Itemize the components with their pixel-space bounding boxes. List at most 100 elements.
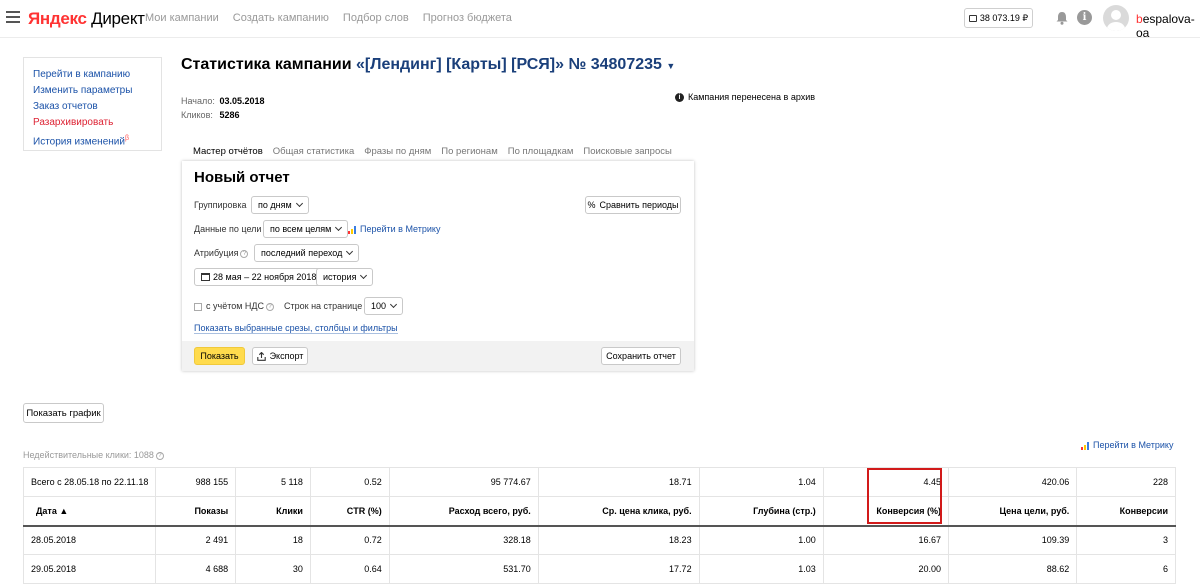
page-title: Статистика кампании «[Лендинг] [Карты] [… [181,56,676,73]
metrika-icon [348,226,356,234]
history-select[interactable]: история [316,268,374,286]
goal-label: Данные по цели [194,224,262,234]
table-cell: 88.62 [947,554,1078,584]
chevron-down-icon [360,271,368,280]
nav-budget-forecast[interactable]: Прогноз бюджета [423,12,512,24]
top-header: Яндекс Директ Мои кампании Создать кампа… [0,0,1200,40]
info-icon: i [675,92,684,102]
show-slices-link[interactable]: Показать выбранные срезы, столбцы и филь… [194,323,398,334]
column-header-date[interactable]: Дата ▲ [22,496,157,527]
logo[interactable]: Яндекс Директ [28,9,145,29]
export-icon [256,351,266,361]
info-icon[interactable]: i [1077,10,1092,25]
show-button[interactable]: Показать [194,347,245,365]
column-header[interactable]: Конверсии [1076,496,1176,527]
rows-select[interactable]: 100 [364,297,404,315]
export-button[interactable]: Экспорт [252,347,308,365]
table-header-row: Дата ▲ Показы Клики CTR (%) Расход всего… [22,496,1176,527]
attribution-select[interactable]: последний переход [254,244,360,262]
table-cell: 420.06 [947,467,1078,497]
column-header[interactable]: Конверсия (%) [822,496,950,527]
nav-my-campaigns[interactable]: Мои кампании [145,12,219,24]
table-row: 29.05.2018 4 688 30 0.64 531.70 17.72 1.… [22,554,1176,584]
metrika-link-table[interactable]: Перейти в Метрику [1081,440,1173,450]
compare-periods-button[interactable]: % Сравнить периоды [585,196,681,214]
archive-note: i Кампания перенесена в архив [675,92,815,102]
menu-icon[interactable] [6,11,20,23]
vat-checkbox[interactable]: с учётом НДС? [194,301,275,311]
goal-select[interactable]: по всем целям [263,220,349,238]
table-cell: 30 [235,554,311,584]
nav-word-selection[interactable]: Подбор слов [343,12,409,24]
table-cell: 1.00 [698,525,824,555]
menu-go-to-campaign[interactable]: Перейти в кампанию [33,67,152,83]
rows-label: Строк на странице [284,301,363,311]
column-header[interactable]: Расход всего, руб. [388,496,539,527]
table-cell: 18.23 [537,525,700,555]
attribution-label: Атрибуция? [194,248,249,258]
username[interactable]: bespalova-oa [1136,12,1200,40]
save-report-button[interactable]: Сохранить отчет [601,347,681,365]
table-cell: 0.64 [309,554,390,584]
column-header[interactable]: Глубина (стр.) [698,496,824,527]
calendar-icon [201,273,210,281]
menu-unarchive[interactable]: Разархивировать [33,115,152,131]
stats-table: Всего с 28.05.18 по 22.11.18 988 155 5 1… [22,467,1176,584]
help-icon[interactable]: ? [266,302,275,311]
column-header[interactable]: Клики [235,496,311,527]
table-cell: 109.39 [947,525,1078,555]
table-cell: 6 [1076,554,1176,584]
balance-button[interactable]: 38 073.19 ₽ [964,8,1033,28]
campaign-name[interactable]: «[Лендинг] [Карты] [РСЯ]» № 34807235 [356,56,662,73]
table-cell: 4 688 [155,554,237,584]
percent-icon: % [587,200,596,210]
table-cell: 1.03 [698,554,824,584]
balance-value: 38 073.19 ₽ [979,12,1029,23]
table-cell: 988 155 [155,467,237,497]
chevron-down-icon [295,199,303,208]
invalid-clicks: Недействительные клики: 1088? [23,450,164,460]
table-cell: 18.71 [537,467,700,497]
column-header[interactable]: CTR (%) [309,496,390,527]
table-cell: 2 491 [155,525,237,555]
table-cell: 228 [1076,467,1176,497]
table-cell: 20.00 [822,554,950,584]
table-row: 28.05.2018 2 491 18 0.72 328.18 18.23 1.… [22,525,1176,555]
show-graph-button[interactable]: Показать график [23,403,104,423]
menu-order-reports[interactable]: Заказ отчетов [33,99,152,115]
chevron-down-icon [346,247,354,256]
chevron-down-icon [335,223,343,232]
help-icon[interactable]: ? [155,451,164,460]
bell-icon[interactable] [1055,11,1069,25]
top-nav: Мои кампании Создать кампанию Подбор сло… [145,12,512,24]
menu-change-history[interactable]: История измененийβ [33,131,152,150]
table-cell: 328.18 [388,525,539,555]
wallet-icon [968,14,977,22]
caret-down-icon[interactable]: ▼ [666,61,675,71]
nav-create-campaign[interactable]: Создать кампанию [233,12,329,24]
table-cell: 1.04 [698,467,824,497]
table-cell: 17.72 [537,554,700,584]
table-cell: 0.52 [309,467,390,497]
column-header[interactable]: Цена цели, руб. [947,496,1078,527]
table-cell: 5 118 [235,467,311,497]
table-cell: 28.05.2018 [22,525,157,555]
help-icon[interactable]: ? [240,249,249,258]
grouping-label: Группировка [194,200,247,210]
column-header[interactable]: Показы [155,496,237,527]
table-cell: 95 774.67 [388,467,539,497]
grouping-select[interactable]: по дням [251,196,309,214]
table-cell: 18 [235,525,311,555]
table-cell: 4.45 [822,467,950,497]
column-header[interactable]: Ср. цена клика, руб. [537,496,700,527]
metrika-link[interactable]: Перейти в Метрику [348,224,440,234]
report-panel: Новый отчет Группировка по дням % Сравнит… [182,161,694,371]
menu-edit-params[interactable]: Изменить параметры [33,83,152,99]
table-cell: 531.70 [388,554,539,584]
chevron-down-icon [389,300,398,309]
checkbox-icon[interactable] [194,302,202,311]
date-range-picker[interactable]: 28 мая – 22 ноября 2018 [194,268,324,286]
table-cell: 29.05.2018 [22,554,157,584]
avatar[interactable] [1103,5,1129,31]
totals-row: Всего с 28.05.18 по 22.11.18 988 155 5 1… [22,467,1176,497]
